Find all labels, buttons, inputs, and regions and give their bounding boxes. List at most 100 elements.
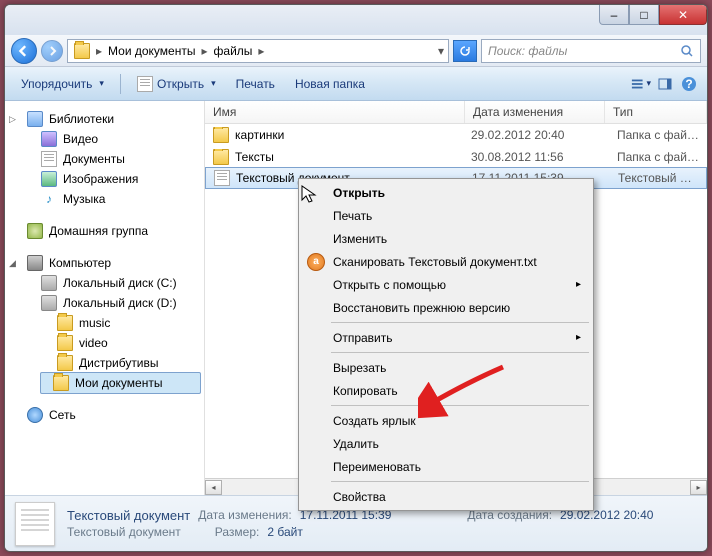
open-button[interactable]: Открыть <box>129 73 224 95</box>
chevron-right-icon[interactable]: ▸ <box>94 44 104 58</box>
help-button[interactable]: ? <box>679 74 699 94</box>
ctx-shortcut[interactable]: Создать ярлык <box>301 409 591 432</box>
address-bar: ▸ Мои документы ▸ файлы ▸ ▾ Поиск: файлы <box>5 35 707 67</box>
document-icon <box>41 151 57 167</box>
menu-separator <box>331 322 589 323</box>
column-headers[interactable]: Имя Дата изменения Тип <box>205 101 707 124</box>
computer-icon <box>27 255 43 271</box>
ctx-restore[interactable]: Восстановить прежнюю версию <box>301 296 591 319</box>
chevron-right-icon[interactable]: ▸ <box>256 44 266 58</box>
column-date[interactable]: Дата изменения <box>465 101 605 123</box>
text-file-icon <box>214 170 230 186</box>
nav-disk-d[interactable]: Локальный диск (D:) <box>5 293 204 313</box>
breadcrumb[interactable]: ▸ Мои документы ▸ файлы ▸ ▾ <box>67 39 449 63</box>
toolbar: Упорядочить Открыть Печать Новая папка ? <box>5 67 707 101</box>
folder-icon <box>53 375 69 391</box>
nav-pictures[interactable]: Изображения <box>5 169 204 189</box>
music-icon: ♪ <box>41 191 57 207</box>
status-size-label: Размер: <box>215 525 260 539</box>
organize-button[interactable]: Упорядочить <box>13 74 112 94</box>
ctx-edit[interactable]: Изменить <box>301 227 591 250</box>
context-menu: Открыть Печать Изменить aСканировать Тек… <box>298 178 594 511</box>
ctx-properties[interactable]: Свойства <box>301 485 591 508</box>
folder-icon <box>57 315 73 331</box>
video-icon <box>41 131 57 147</box>
menu-separator <box>331 352 589 353</box>
nav-computer[interactable]: ◢Компьютер <box>5 253 204 273</box>
column-name[interactable]: Имя <box>205 101 465 123</box>
title-bar[interactable]: – □ ✕ <box>5 5 707 35</box>
divider <box>120 74 121 94</box>
ctx-print[interactable]: Печать <box>301 204 591 227</box>
document-icon <box>137 76 153 92</box>
ctx-rename[interactable]: Переименовать <box>301 455 591 478</box>
nav-folder-mydocs[interactable]: Мои документы <box>40 372 201 394</box>
antivirus-icon: a <box>307 253 325 271</box>
back-button[interactable] <box>11 38 37 64</box>
homegroup-icon <box>27 223 43 239</box>
folder-icon <box>57 355 73 371</box>
ctx-send-to[interactable]: Отправить▸ <box>301 326 591 349</box>
search-icon <box>680 44 694 58</box>
nav-folder-video[interactable]: video <box>5 333 204 353</box>
disk-icon <box>41 295 57 311</box>
minimize-icon: – <box>611 8 618 22</box>
view-button[interactable] <box>631 74 651 94</box>
table-row[interactable]: Тексты 30.08.2012 11:56 Папка с файлами <box>205 146 707 168</box>
nav-documents[interactable]: Документы <box>5 149 204 169</box>
chevron-right-icon: ▸ <box>576 279 581 290</box>
close-icon: ✕ <box>678 8 688 22</box>
breadcrumb-item[interactable]: Мои документы <box>104 44 199 58</box>
nav-videos[interactable]: Видео <box>5 129 204 149</box>
preview-pane-button[interactable] <box>655 74 675 94</box>
folder-icon <box>74 43 90 59</box>
maximize-button[interactable]: □ <box>629 5 659 25</box>
forward-button[interactable] <box>41 40 63 62</box>
chevron-down-icon[interactable]: ◢ <box>9 258 21 269</box>
ctx-scan[interactable]: aСканировать Текстовый документ.txt <box>301 250 591 273</box>
search-input[interactable]: Поиск: файлы <box>481 39 701 63</box>
minimize-button[interactable]: – <box>599 5 629 25</box>
table-row[interactable]: картинки 29.02.2012 20:40 Папка с файлам… <box>205 124 707 146</box>
nav-folder-distr[interactable]: Дистрибутивы <box>5 353 204 373</box>
ctx-cut[interactable]: Вырезать <box>301 356 591 379</box>
scroll-right-button[interactable]: ▸ <box>690 480 707 495</box>
menu-separator <box>331 481 589 482</box>
pictures-icon <box>41 171 57 187</box>
svg-text:?: ? <box>685 77 692 91</box>
status-kind: Текстовый документ <box>67 525 181 539</box>
ctx-open-with[interactable]: Открыть с помощью▸ <box>301 273 591 296</box>
maximize-icon: □ <box>640 8 647 22</box>
nav-homegroup[interactable]: Домашняя группа <box>5 221 204 241</box>
chevron-right-icon[interactable]: ▷ <box>9 114 21 125</box>
ctx-open[interactable]: Открыть <box>301 181 591 204</box>
chevron-down-icon[interactable]: ▾ <box>436 44 446 58</box>
ctx-delete[interactable]: Удалить <box>301 432 591 455</box>
navigation-pane[interactable]: ▷Библиотеки Видео Документы Изображения … <box>5 101 205 495</box>
ctx-copy[interactable]: Копировать <box>301 379 591 402</box>
folder-icon <box>213 149 229 165</box>
scroll-left-button[interactable]: ◂ <box>205 480 222 495</box>
libraries-icon <box>27 111 43 127</box>
nav-folder-music[interactable]: music <box>5 313 204 333</box>
refresh-button[interactable] <box>453 40 477 62</box>
chevron-right-icon: ▸ <box>576 332 581 343</box>
folder-icon <box>57 335 73 351</box>
status-modified-label: Дата изменения: <box>198 508 292 523</box>
close-button[interactable]: ✕ <box>659 5 707 25</box>
breadcrumb-item[interactable]: файлы <box>210 44 257 58</box>
folder-icon <box>213 127 229 143</box>
search-placeholder: Поиск: файлы <box>488 44 567 58</box>
nav-network[interactable]: Сеть <box>5 405 204 425</box>
file-preview-icon <box>15 502 55 546</box>
column-type[interactable]: Тип <box>605 101 707 123</box>
status-size-value: 2 байт <box>267 525 302 539</box>
new-folder-button[interactable]: Новая папка <box>287 74 373 94</box>
chevron-right-icon[interactable]: ▸ <box>199 44 209 58</box>
print-button[interactable]: Печать <box>228 74 283 94</box>
nav-music[interactable]: ♪Музыка <box>5 189 204 209</box>
nav-disk-c[interactable]: Локальный диск (C:) <box>5 273 204 293</box>
network-icon <box>27 407 43 423</box>
disk-icon <box>41 275 57 291</box>
nav-libraries[interactable]: ▷Библиотеки <box>5 109 204 129</box>
